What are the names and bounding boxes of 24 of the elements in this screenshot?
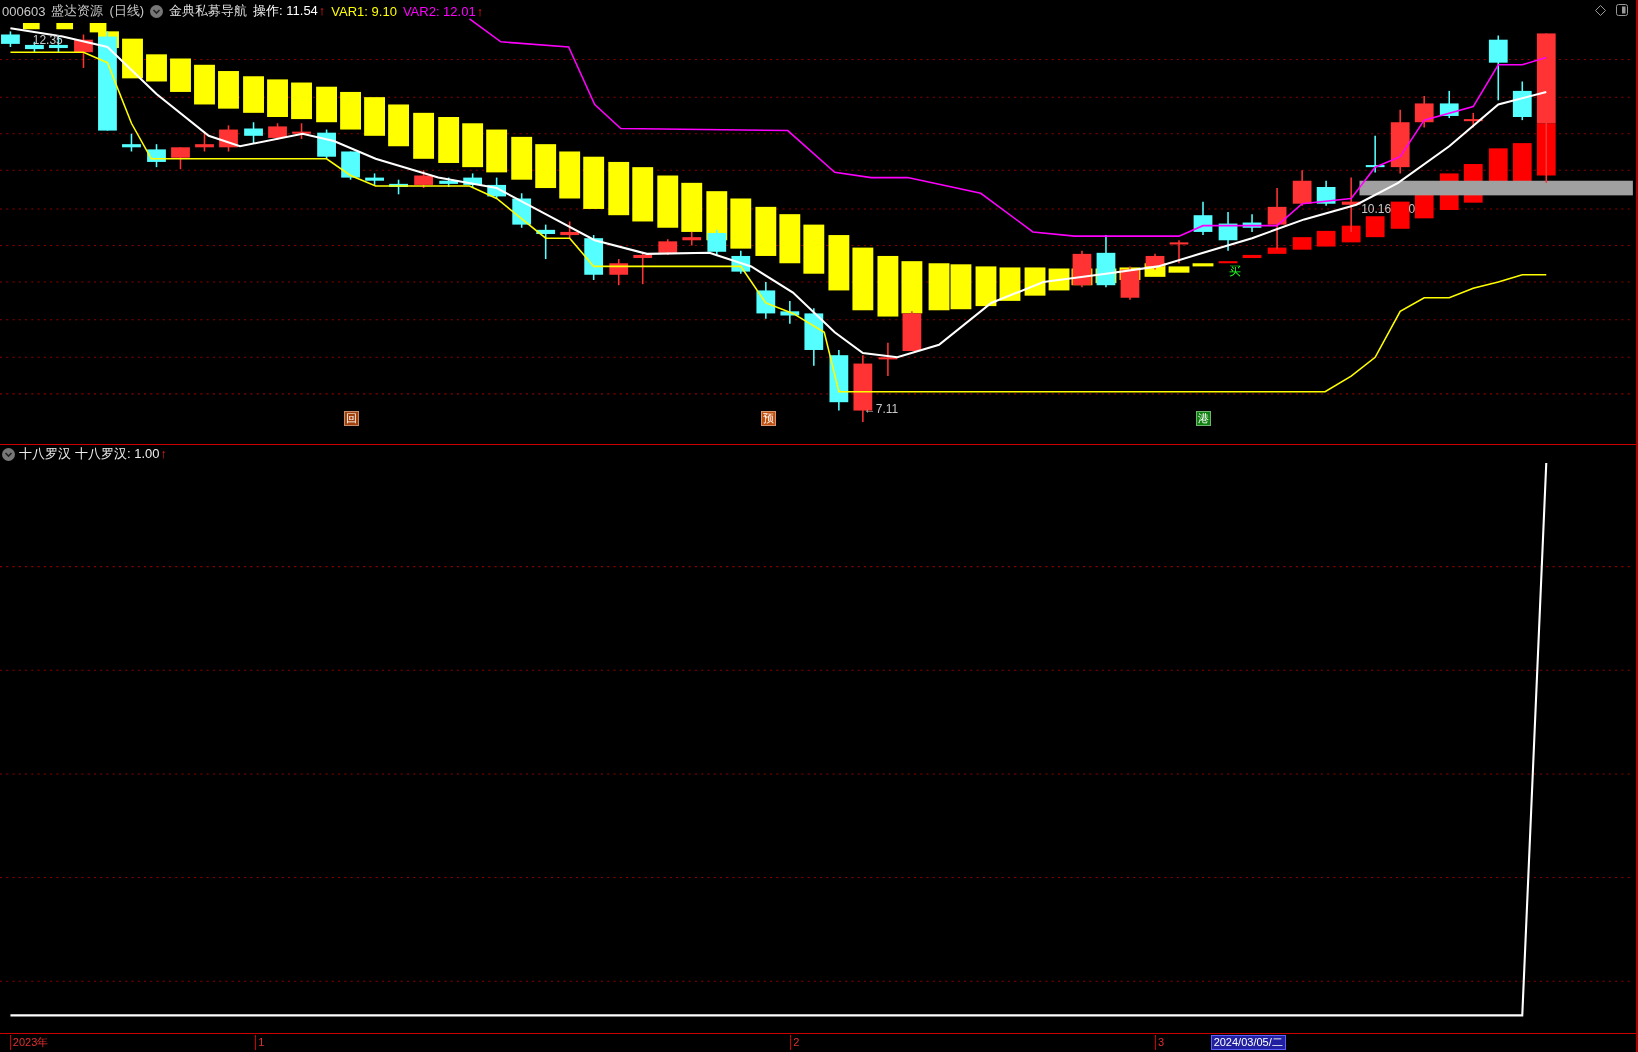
signal-marker: 预 [760, 410, 776, 426]
indicator-name: 十八罗汉 [19, 445, 71, 463]
signal-marker: 回 [343, 410, 359, 426]
chart-period: (日线) [109, 2, 145, 20]
dropdown-icon[interactable] [2, 447, 15, 461]
axis-label: 1 [255, 1035, 265, 1050]
cursor-date: 2024/03/05/二 [1210, 1035, 1286, 1050]
signal-marker: 港 [1195, 410, 1211, 426]
indicator-value: 十八罗汉: 1.00↑ [75, 445, 168, 463]
axis-label: 2 [790, 1035, 800, 1050]
price-label: 10.16 [1361, 202, 1392, 217]
dropdown-icon[interactable] [150, 4, 164, 18]
panel-toggle-icon[interactable] [1616, 4, 1628, 16]
stock-symbol: 000603 [2, 3, 46, 19]
indicator-name: 金典私募导航 [169, 2, 248, 20]
indicator-value: 操作: 11.54↑ [253, 2, 326, 20]
diamond-icon[interactable] [1595, 4, 1606, 16]
indicator-value: VAR2: 12.01↑ [402, 3, 484, 19]
axis-label: 3 [1155, 1035, 1165, 1050]
axis-label: 2023年 [9, 1035, 49, 1050]
price-label: ←7.11 [863, 401, 899, 416]
indicator-value: VAR1: 9.10 [331, 3, 397, 19]
stock-name: 盛达资源 [51, 2, 104, 20]
buy-signal: 买 [1228, 262, 1241, 280]
